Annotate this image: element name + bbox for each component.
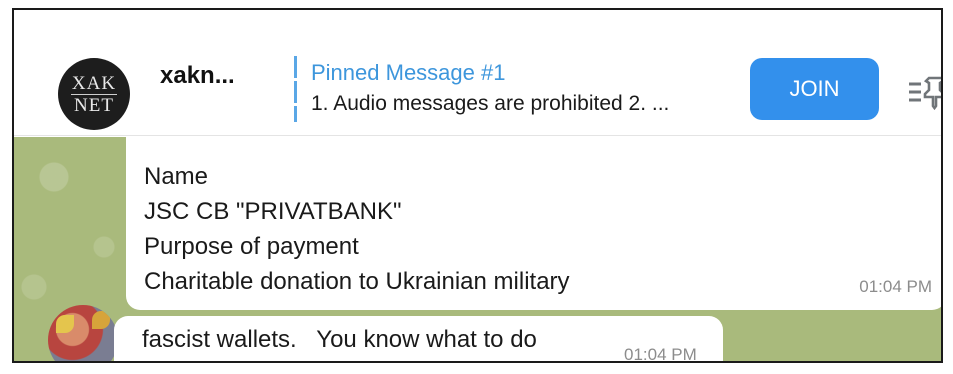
sender-avatar[interactable]: [48, 305, 118, 361]
avatar-decoration: [92, 311, 110, 329]
message-line: JSC CB "PRIVATBANK": [144, 198, 402, 225]
message-time: 01:04 PM: [859, 277, 932, 296]
channel-avatar[interactable]: XAK NET: [58, 58, 130, 130]
pinned-message-preview[interactable]: 1. Audio messages are prohibited 2. ...: [311, 92, 669, 116]
message-bubble[interactable]: Name JSC CB "PRIVATBANK" Purpose of paym…: [126, 137, 941, 310]
message-line: Charitable donation to Ukrainian militar…: [144, 268, 570, 295]
join-button[interactable]: JOIN: [750, 58, 879, 120]
pinned-indicator-bar: [294, 56, 297, 122]
chat-window: XAK NET xakn... Pinned Message #1 1. Aud…: [12, 8, 943, 363]
avatar-decoration: [56, 315, 74, 333]
pinned-message-title[interactable]: Pinned Message #1: [311, 60, 505, 86]
message-line: Name: [144, 163, 209, 190]
pinned-list-icon[interactable]: [907, 74, 943, 110]
avatar-text-bottom: NET: [74, 94, 114, 116]
avatar-text-top: XAK: [71, 72, 117, 94]
message-time: 01:04 PM: [624, 345, 697, 363]
message-list[interactable]: Name JSC CB "PRIVATBANK" Purpose of paym…: [14, 137, 941, 363]
message-line: Purpose of payment: [144, 233, 359, 260]
chat-header: XAK NET xakn... Pinned Message #1 1. Aud…: [14, 10, 941, 136]
channel-name[interactable]: xakn...: [160, 62, 235, 90]
message-bubble[interactable]: fascist wallets. You know what to do 01:…: [114, 316, 723, 363]
message-text: fascist wallets. You know what to do: [142, 326, 537, 353]
